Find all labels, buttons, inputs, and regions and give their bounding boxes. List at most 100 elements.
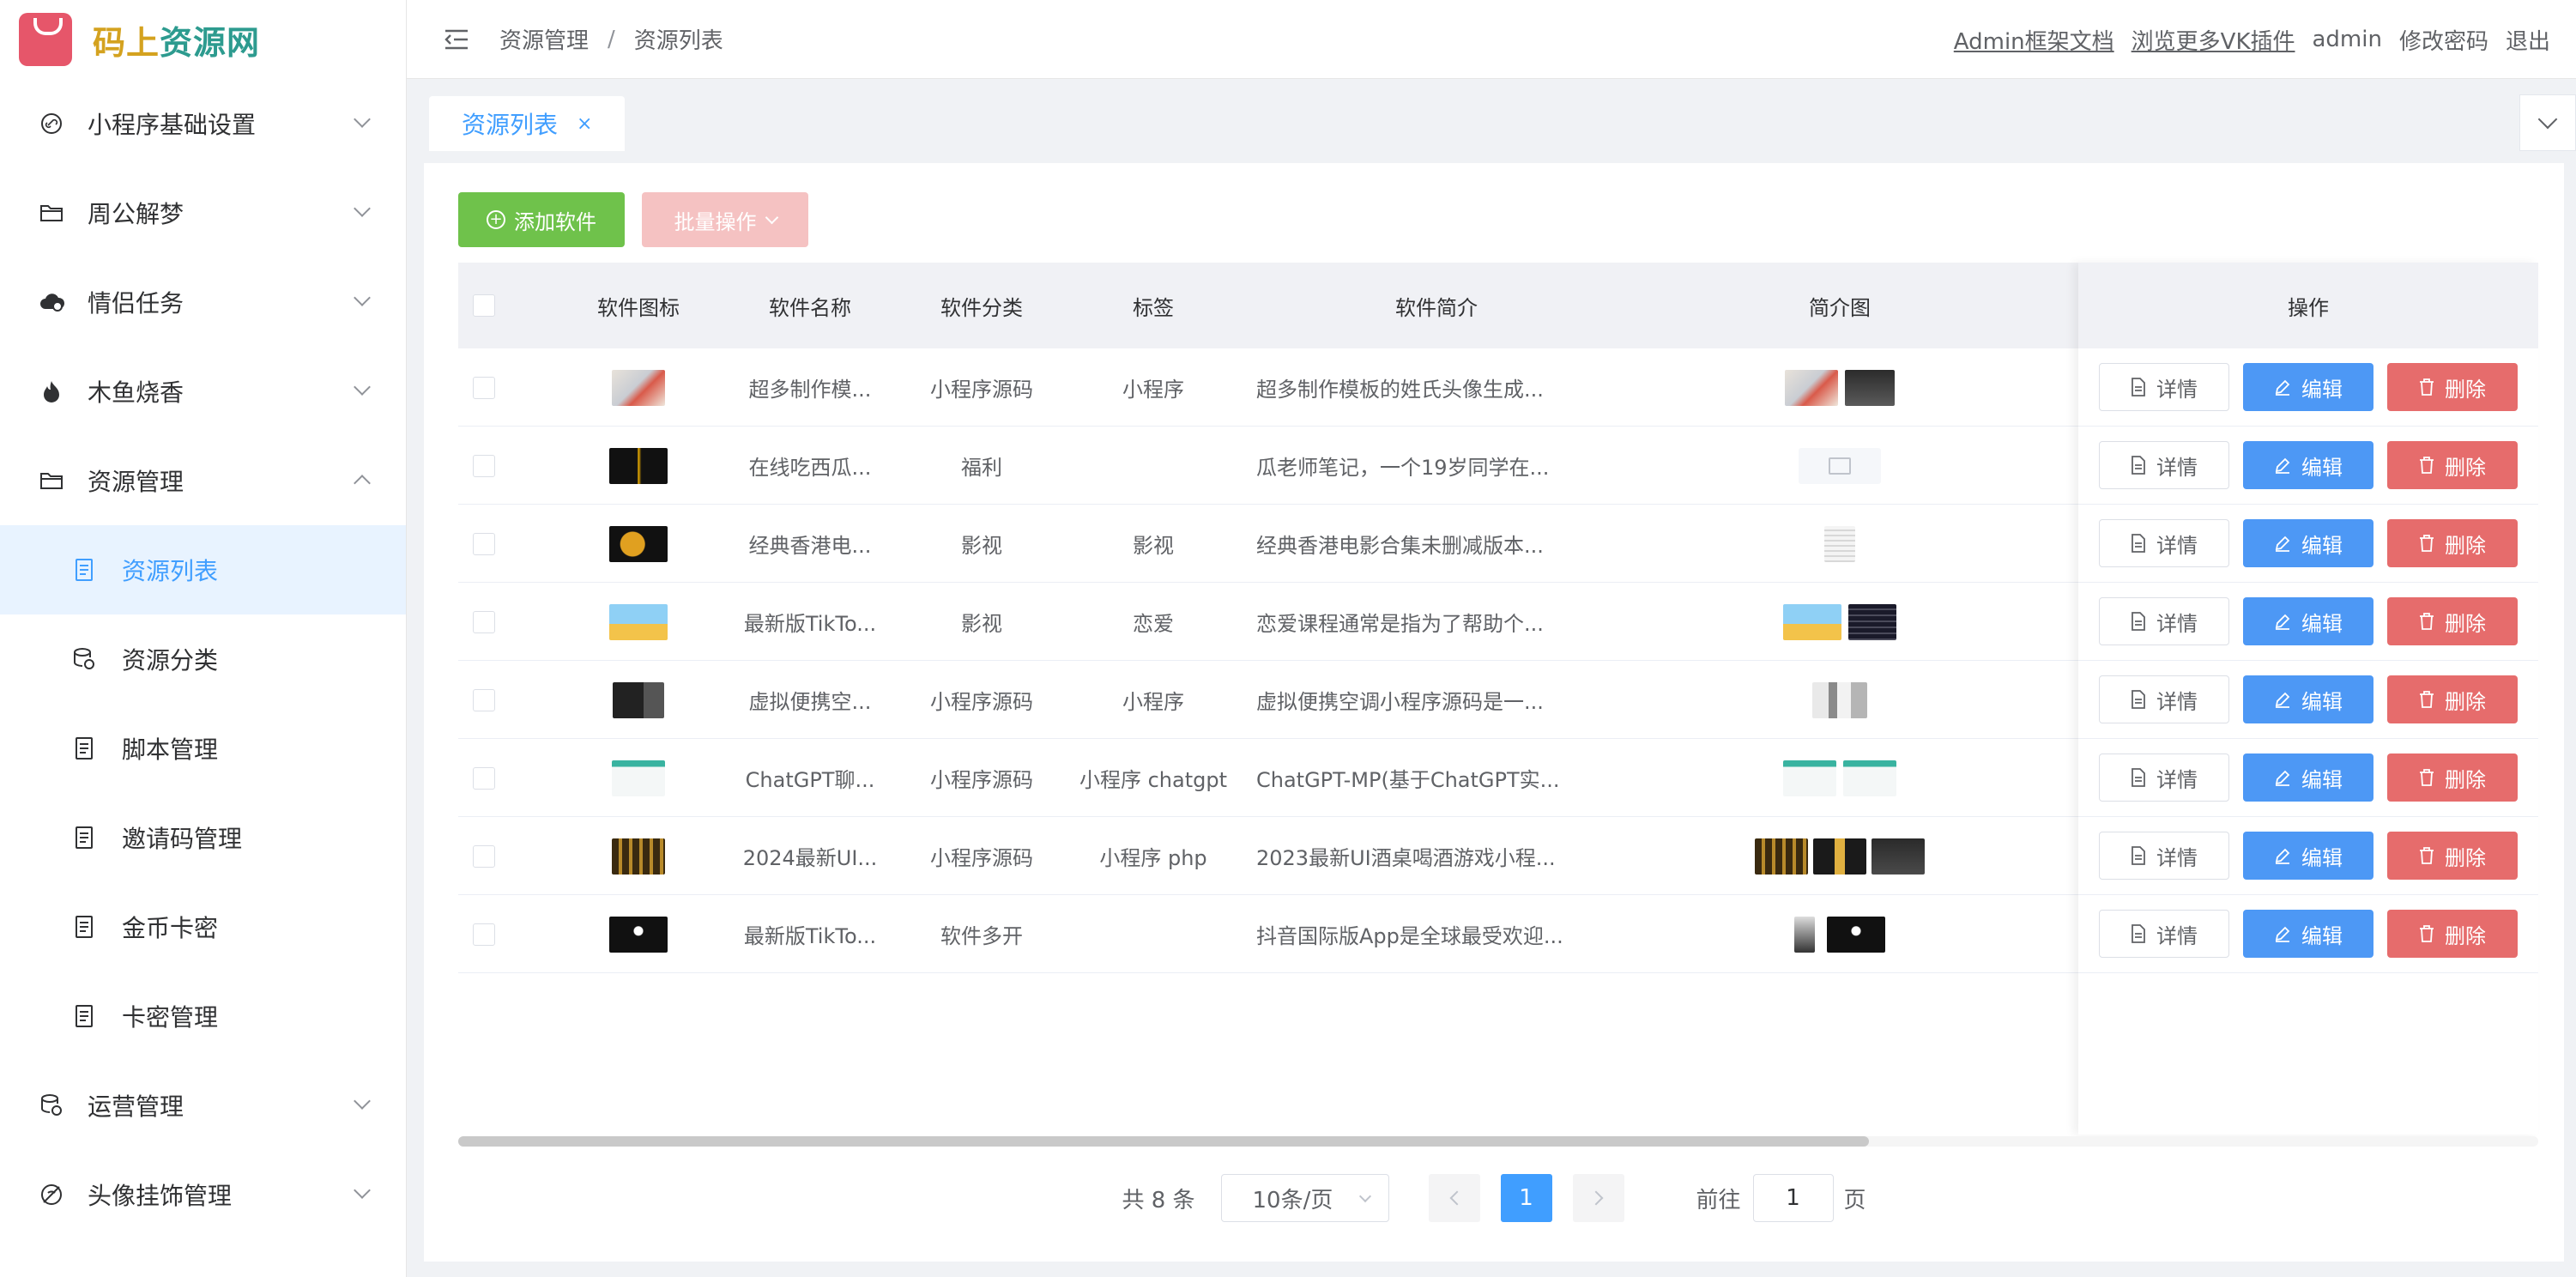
chevron-down-icon (354, 200, 371, 217)
sidebar-item-resource-management[interactable]: 资源管理 (0, 436, 406, 525)
row-checkbox[interactable] (473, 376, 495, 399)
logo[interactable]: 码上资源网 (0, 0, 406, 79)
row-actions: 详情 编辑 删除 (2078, 661, 2538, 739)
intro-image[interactable] (1872, 838, 1925, 875)
add-software-button[interactable]: + 添加软件 (458, 192, 625, 247)
pencil-icon (2275, 457, 2290, 474)
sidebar-item-dream[interactable]: 周公解梦 (0, 168, 406, 257)
intro-image[interactable] (1794, 916, 1815, 953)
sidebar-item-couple-tasks[interactable]: 情侣任务 (0, 257, 406, 347)
edit-button[interactable]: 编辑 (2243, 675, 2373, 723)
detail-button[interactable]: 详情 (2099, 519, 2229, 567)
delete-button[interactable]: 删除 (2387, 597, 2518, 645)
intro-image[interactable] (1843, 760, 1896, 796)
goto-page-input[interactable]: 1 (1752, 1174, 1834, 1222)
intro-image[interactable] (1755, 838, 1808, 875)
delete-button[interactable]: 删除 (2387, 832, 2518, 880)
detail-button[interactable]: 详情 (2099, 910, 2229, 958)
intro-image[interactable] (1783, 603, 1841, 640)
logout-link[interactable]: 退出 (2506, 24, 2550, 56)
sidebar-item-operations[interactable]: 运营管理 (0, 1061, 406, 1150)
detail-button[interactable]: 详情 (2099, 753, 2229, 802)
delete-button[interactable]: 删除 (2387, 441, 2518, 489)
row-checkbox[interactable] (473, 454, 495, 477)
trash-icon (2420, 691, 2434, 708)
software-intro: 恋爱课程通常是指为了帮助个... (1256, 612, 1544, 636)
prev-page-button[interactable] (1428, 1174, 1480, 1222)
software-name: 在线吃西瓜... (748, 456, 872, 480)
select-all-checkbox[interactable] (473, 294, 495, 317)
delete-button[interactable]: 删除 (2387, 519, 2518, 567)
delete-button[interactable]: 删除 (2387, 675, 2518, 723)
pencil-icon (2275, 536, 2290, 552)
tabs-dropdown-button[interactable] (2519, 94, 2576, 151)
change-password-link[interactable]: 修改密码 (2399, 24, 2488, 56)
software-name: 虚拟便携空... (748, 690, 872, 714)
sidebar-item-miniprogram-settings[interactable]: 小程序基础设置 (0, 79, 406, 168)
software-icon-cell (561, 348, 716, 427)
detail-button[interactable]: 详情 (2099, 832, 2229, 880)
vk-plugins-link[interactable]: 浏览更多VK插件 (2132, 24, 2295, 56)
page-size-select[interactable]: 10条/页 (1220, 1174, 1389, 1222)
detail-button[interactable]: 详情 (2099, 363, 2229, 411)
detail-button[interactable]: 详情 (2099, 675, 2229, 723)
collapse-menu-icon[interactable] (439, 22, 474, 57)
sidebar-subitem-card-management[interactable]: 卡密管理 (0, 971, 406, 1061)
close-icon[interactable]: × (577, 113, 592, 135)
sidebar-item-woodfish[interactable]: 木鱼烧香 (0, 347, 406, 436)
sidebar-item-avatar-decoration[interactable]: 头像挂饰管理 (0, 1150, 406, 1239)
delete-button[interactable]: 删除 (2387, 753, 2518, 802)
row-checkbox[interactable] (473, 923, 495, 946)
breadcrumb: 资源管理 / 资源列表 (499, 23, 723, 55)
sidebar-subitem-resource-list[interactable]: 资源列表 (0, 525, 406, 614)
delete-button[interactable]: 删除 (2387, 363, 2518, 411)
delete-button[interactable]: 删除 (2387, 910, 2518, 958)
software-icon-cell (561, 895, 716, 973)
next-page-button[interactable] (1572, 1174, 1624, 1222)
folder-icon (34, 196, 69, 230)
tiktok-logo-icon[interactable] (1827, 916, 1885, 953)
admin-docs-link[interactable]: Admin框架文档 (1954, 24, 2114, 56)
edit-button[interactable]: 编辑 (2243, 910, 2373, 958)
sidebar-subitem-resource-category[interactable]: 资源分类 (0, 614, 406, 704)
sidebar-item-label: 周公解梦 (88, 200, 184, 228)
row-checkbox[interactable] (473, 610, 495, 633)
intro-image[interactable] (1813, 838, 1866, 875)
intro-image[interactable] (1785, 369, 1838, 406)
tabs-bar: 资源列表 × (407, 79, 2576, 154)
sidebar-item-label: 资源管理 (88, 468, 184, 496)
row-checkbox[interactable] (473, 688, 495, 711)
edit-button[interactable]: 编辑 (2243, 441, 2373, 489)
intro-image[interactable] (1845, 369, 1895, 406)
edit-button[interactable]: 编辑 (2243, 597, 2373, 645)
intro-image[interactable] (1824, 525, 1855, 562)
tab-resource-list[interactable]: 资源列表 × (429, 96, 625, 151)
detail-button[interactable]: 详情 (2099, 441, 2229, 489)
edit-button[interactable]: 编辑 (2243, 363, 2373, 411)
edit-button[interactable]: 编辑 (2243, 519, 2373, 567)
sidebar-subitem-invite-code[interactable]: 邀请码管理 (0, 793, 406, 882)
row-checkbox[interactable] (473, 844, 495, 868)
sidebar-subitem-coin-card[interactable]: 金币卡密 (0, 882, 406, 971)
sidebar-subitem-label: 卡密管理 (122, 1003, 219, 1032)
edit-button[interactable]: 编辑 (2243, 832, 2373, 880)
intro-image[interactable] (1783, 760, 1836, 796)
row-actions: 详情 编辑 删除 (2078, 817, 2538, 895)
sidebar-subitem-script-management[interactable]: 脚本管理 (0, 704, 406, 793)
intro-images-cell (1642, 895, 2037, 973)
row-checkbox[interactable] (473, 532, 495, 555)
horizontal-scrollbar[interactable] (458, 1136, 2538, 1147)
intro-image[interactable] (1848, 603, 1896, 640)
intro-image[interactable] (1812, 681, 1867, 718)
detail-button[interactable]: 详情 (2099, 597, 2229, 645)
breadcrumb-item[interactable]: 资源管理 (499, 23, 589, 55)
username[interactable]: admin (2313, 27, 2382, 52)
trash-icon (2420, 378, 2434, 396)
software-category: 福利 (961, 456, 1002, 480)
edit-button[interactable]: 编辑 (2243, 753, 2373, 802)
batch-operation-button[interactable]: 批量操作 (642, 192, 808, 247)
page-number-current[interactable]: 1 (1500, 1174, 1552, 1222)
row-checkbox[interactable] (473, 766, 495, 790)
software-tag: 小程序 chatgpt (1079, 768, 1228, 792)
scrollbar-thumb[interactable] (458, 1136, 1869, 1147)
